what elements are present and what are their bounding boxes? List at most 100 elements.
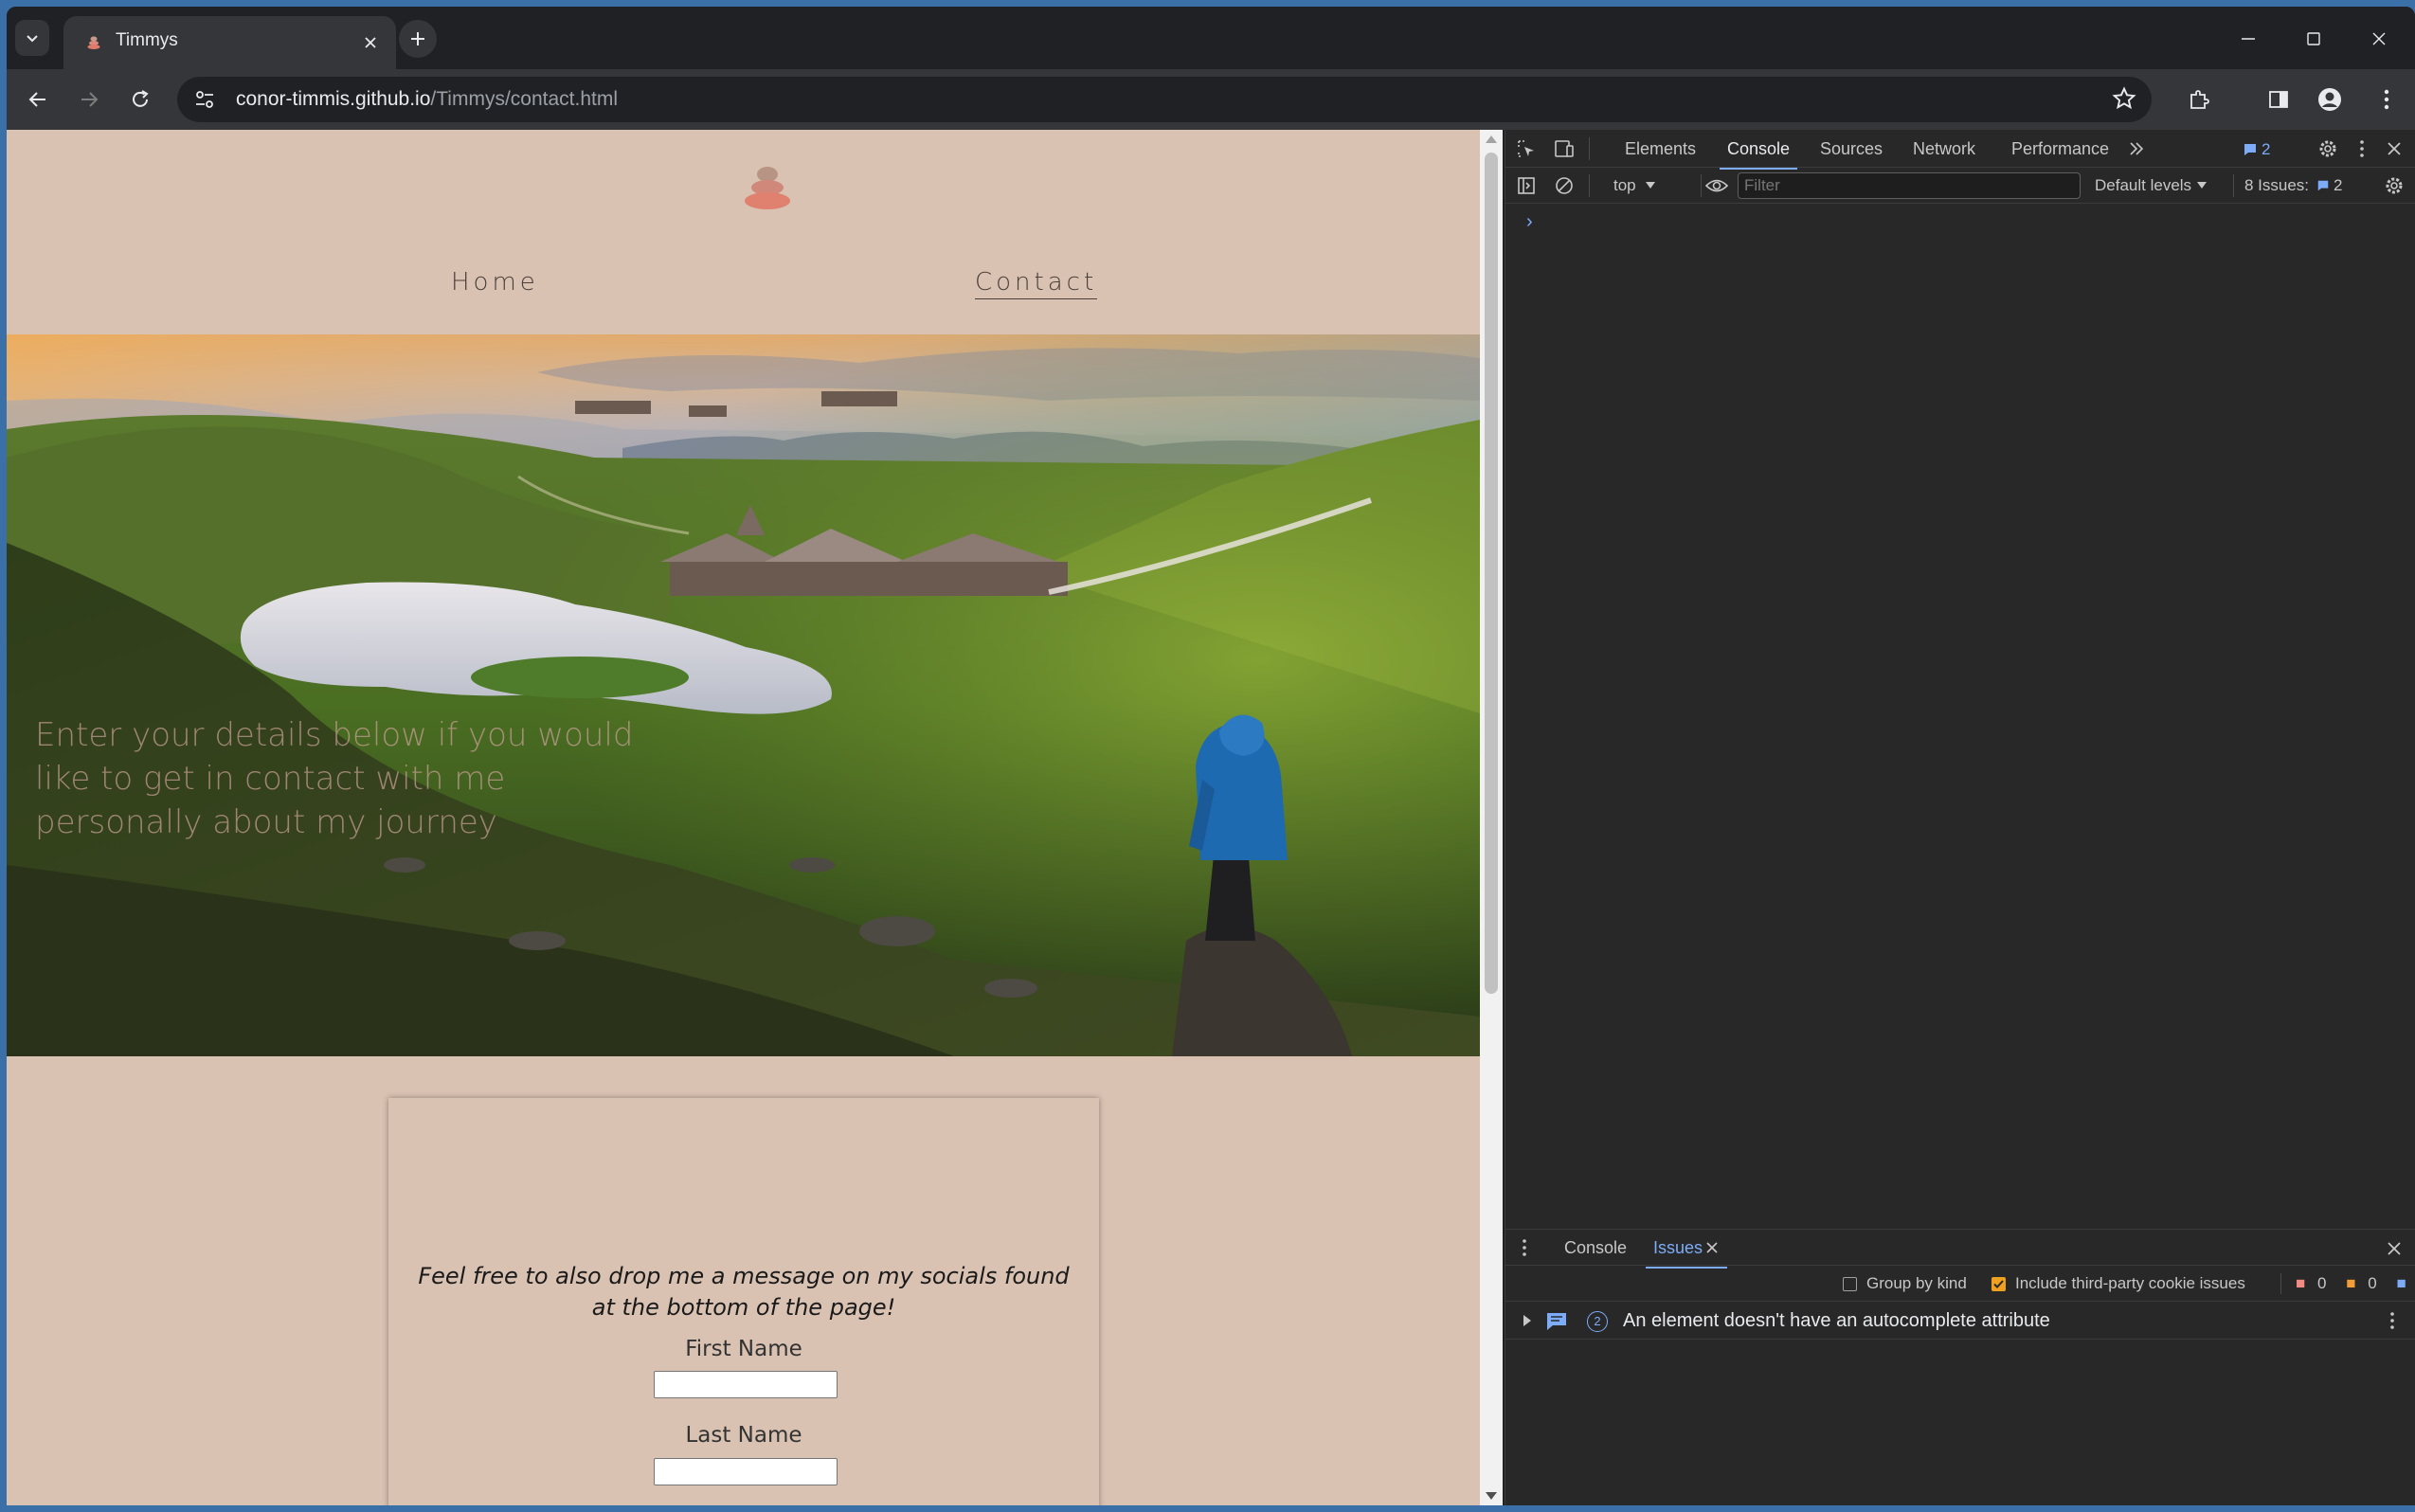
messages-count: 2	[2262, 140, 2271, 158]
browser-menu-button[interactable]	[2370, 82, 2404, 117]
gear-icon	[2319, 140, 2336, 157]
tab-close-button[interactable]	[357, 29, 384, 56]
tab-console[interactable]: Console	[1719, 139, 1798, 170]
drawer-tab-bar: Console Issues	[1505, 1230, 2415, 1269]
issue-title: An element doesn't have an autocomplete …	[1623, 1310, 2050, 1331]
nav-home-link[interactable]: Home	[451, 268, 539, 297]
block-icon	[1556, 177, 1573, 194]
scrollbar-thumb[interactable]	[1485, 153, 1498, 994]
caret-down-icon	[1645, 182, 1655, 189]
console-settings-button[interactable]	[2383, 174, 2406, 197]
bookmark-star-icon[interactable]	[2112, 86, 2136, 111]
console-filter-input[interactable]	[1738, 172, 2081, 199]
messages-badge[interactable]: 2	[2243, 139, 2270, 160]
side-panel-button[interactable]	[2262, 82, 2296, 117]
device-icon	[1555, 140, 1574, 157]
scroll-up-arrow[interactable]	[1486, 135, 1497, 143]
chevron-double-right-icon	[2130, 142, 2144, 155]
arrow-right-icon	[81, 92, 99, 107]
maximize-button[interactable]	[2293, 18, 2334, 60]
hero-image: Enter your details below if you would li…	[7, 334, 1480, 1056]
devtools-settings-button[interactable]	[2316, 137, 2339, 160]
warning-count-value: 0	[2368, 1274, 2377, 1292]
site-info-icon[interactable]	[194, 89, 215, 110]
divider	[1589, 137, 1590, 160]
live-expression-button[interactable]	[1703, 174, 1731, 197]
close-icon	[1706, 1242, 1718, 1253]
scroll-down-arrow[interactable]	[1486, 1492, 1497, 1500]
drawer-tab-issues[interactable]: Issues	[1645, 1238, 1728, 1269]
browser-tab[interactable]: Timmys	[63, 16, 396, 69]
warning-icon: ■	[2346, 1274, 2356, 1292]
close-icon	[2388, 1242, 2401, 1255]
error-icon: ■	[2296, 1274, 2306, 1292]
devtools-panel: Elements Console Sources Network Perform…	[1505, 130, 2415, 1505]
devtools-menu-button[interactable]	[2354, 137, 2370, 160]
more-vertical-icon	[1523, 1239, 1526, 1256]
last-name-input[interactable]	[654, 1458, 838, 1485]
eye-icon	[1705, 179, 1728, 192]
issues-count: 2	[2334, 176, 2343, 194]
first-name-input[interactable]	[654, 1371, 838, 1398]
close-devtools-button[interactable]	[2383, 137, 2406, 160]
context-selector[interactable]: top	[1613, 174, 1655, 197]
inspect-element-button[interactable]	[1515, 137, 1538, 160]
address-bar[interactable]: conor-timmis.github.io/Timmys/contact.ht…	[177, 77, 2152, 122]
divider	[1701, 174, 1702, 197]
message-icon	[2244, 144, 2256, 155]
back-button[interactable]	[19, 81, 57, 118]
console-toolbar: top Default levels 8 Issues: 2	[1505, 168, 2415, 204]
minimize-icon	[2242, 38, 2255, 40]
toggle-sidebar-button[interactable]	[1515, 174, 1538, 197]
reload-button[interactable]	[121, 81, 159, 118]
tab-title: Timmys	[116, 30, 178, 50]
reload-icon	[133, 90, 149, 107]
extensions-button[interactable]	[2182, 82, 2216, 117]
issues-counter-button[interactable]: 8 Issues: 2	[2244, 174, 2343, 197]
close-icon	[2372, 32, 2386, 45]
gear-icon	[2386, 177, 2403, 194]
console-prompt[interactable]: ›	[1526, 211, 1533, 233]
page-viewport: Home Contact Enter your details below if…	[7, 130, 1480, 1505]
more-tabs-button[interactable]	[2125, 137, 2148, 160]
tab-performance[interactable]: Performance	[2011, 139, 2109, 159]
last-name-label: Last Name	[685, 1423, 802, 1448]
browser-toolbar: conor-timmis.github.io/Timmys/contact.ht…	[7, 69, 2415, 130]
new-tab-button[interactable]	[399, 20, 437, 58]
group-by-kind-checkbox[interactable]	[1843, 1277, 1857, 1291]
issue-counts: ■ 0 ■ 0 ■ 2	[2280, 1274, 2415, 1293]
divider	[2233, 174, 2234, 197]
close-drawer-button[interactable]	[2383, 1237, 2406, 1260]
caret-down-icon	[2197, 182, 2208, 189]
forward-button[interactable]	[70, 81, 108, 118]
more-vertical-icon[interactable]	[2390, 1312, 2394, 1329]
tab-search-button[interactable]	[15, 20, 49, 56]
tab-network[interactable]: Network	[1913, 139, 1975, 159]
include-third-party-checkbox[interactable]	[1991, 1277, 2006, 1291]
more-vertical-icon	[2360, 140, 2364, 157]
issue-row[interactable]: 2 An element doesn't have an autocomplet…	[1505, 1302, 2415, 1340]
close-issues-tab-button[interactable]	[1704, 1240, 1720, 1255]
mountain-lake-photo	[7, 334, 1480, 1056]
drawer-tab-console[interactable]: Console	[1564, 1238, 1627, 1258]
device-toolbar-button[interactable]	[1553, 137, 1576, 160]
first-name-label: First Name	[685, 1337, 802, 1361]
profile-button[interactable]	[2313, 82, 2347, 117]
divider	[1589, 174, 1590, 197]
log-levels-dropdown[interactable]: Default levels	[2095, 174, 2208, 197]
nav-contact-link[interactable]: Contact	[975, 268, 1098, 299]
minimize-button[interactable]	[2227, 18, 2269, 60]
issue-count-badge: 2	[1587, 1311, 1608, 1332]
side-panel-icon	[2269, 91, 2288, 108]
hero-caption: Enter your details below if you would li…	[35, 716, 634, 841]
issues-toolbar: Group by kind Include third-party cookie…	[1505, 1266, 2415, 1302]
page-scrollbar[interactable]	[1480, 130, 1503, 1505]
window-close-button[interactable]	[2358, 18, 2400, 60]
drawer-menu-button[interactable]	[1519, 1237, 1530, 1258]
stacked-stones-logo-icon[interactable]	[739, 161, 796, 218]
include-third-party-label: Include third-party cookie issues	[2015, 1274, 2245, 1292]
tab-sources[interactable]: Sources	[1820, 139, 1883, 159]
tab-elements[interactable]: Elements	[1625, 139, 1696, 159]
clear-console-button[interactable]	[1553, 174, 1576, 197]
error-count-value: 0	[2317, 1274, 2327, 1292]
